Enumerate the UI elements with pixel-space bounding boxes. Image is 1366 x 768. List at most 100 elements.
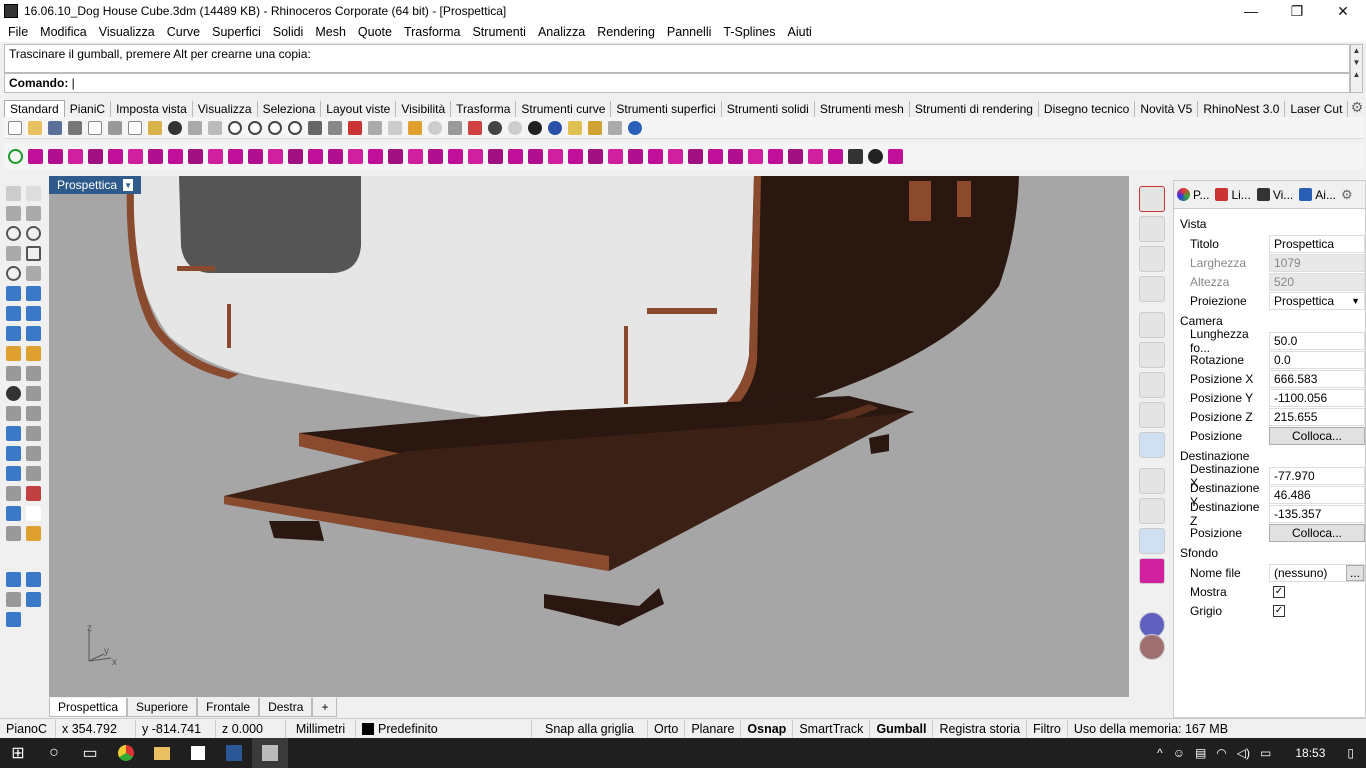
plugin-tool-icon-39[interactable] bbox=[788, 148, 803, 164]
plugin-tool-icon-24[interactable] bbox=[488, 148, 503, 164]
axis-gizmo-icon[interactable] bbox=[1139, 312, 1165, 338]
cube-view-2-icon[interactable] bbox=[1139, 372, 1165, 398]
word-icon[interactable] bbox=[216, 738, 252, 768]
prop-value-target-x[interactable]: -77.970 bbox=[1269, 466, 1365, 485]
tab-seleziona[interactable]: Seleziona bbox=[257, 101, 322, 117]
status-osnap[interactable]: Osnap bbox=[741, 719, 794, 738]
menu-aiuti[interactable]: Aiuti bbox=[782, 25, 818, 39]
action-center-icon[interactable]: ▯ bbox=[1347, 746, 1354, 760]
prop-value-titolo[interactable]: Prospettica bbox=[1269, 234, 1365, 253]
plugin-tool-icon-8[interactable] bbox=[168, 148, 183, 164]
tab-strumenti-mesh[interactable]: Strumenti mesh bbox=[814, 101, 910, 117]
menu-superfici[interactable]: Superfici bbox=[206, 25, 267, 39]
plugin-tool-icon-30[interactable] bbox=[608, 148, 623, 164]
plugin-tool-icon-13[interactable] bbox=[268, 148, 283, 164]
globe-icon[interactable] bbox=[1139, 246, 1165, 272]
plugin-tool-icon-42[interactable] bbox=[868, 148, 883, 164]
select-arrow-icon[interactable] bbox=[6, 186, 21, 201]
menu-pannelli[interactable]: Pannelli bbox=[661, 25, 717, 39]
move-icon[interactable] bbox=[6, 446, 21, 461]
check-icon[interactable] bbox=[26, 506, 41, 521]
block-icon[interactable] bbox=[6, 572, 21, 587]
lock-icon[interactable] bbox=[448, 120, 462, 135]
plugin-tool-icon-36[interactable] bbox=[728, 148, 743, 164]
cube-view-4-icon[interactable] bbox=[1139, 432, 1165, 458]
panel-gear-icon[interactable]: ⚙ bbox=[1341, 187, 1353, 203]
plugin-tool-icon-20[interactable] bbox=[408, 148, 423, 164]
cut-icon[interactable] bbox=[108, 120, 122, 135]
plugin-tool-icon-16[interactable] bbox=[328, 148, 343, 164]
viewport-perspective[interactable]: z y x Prospettica ▼ bbox=[49, 176, 1129, 697]
array-icon[interactable] bbox=[26, 466, 41, 481]
plugin-tool-icon-21[interactable] bbox=[428, 148, 443, 164]
circle-icon[interactable] bbox=[6, 226, 21, 241]
mesh-edit-icon[interactable] bbox=[26, 326, 41, 341]
plugin-tool-icon-23[interactable] bbox=[468, 148, 483, 164]
tray-folder-icon[interactable]: ▤ bbox=[1195, 746, 1206, 760]
cube-view-3-icon[interactable] bbox=[1139, 402, 1165, 428]
split-icon[interactable] bbox=[26, 406, 41, 421]
snapshot-icon[interactable] bbox=[6, 592, 21, 607]
add-view-icon[interactable]: + bbox=[312, 698, 338, 717]
plugin-tool-icon-9[interactable] bbox=[188, 148, 203, 164]
plugin-tool-icon-22[interactable] bbox=[448, 148, 463, 164]
view-tab-frontale[interactable]: Frontale bbox=[197, 698, 260, 717]
plugin-tool-icon-37[interactable] bbox=[748, 148, 763, 164]
panel-tab-help[interactable]: Ai... bbox=[1296, 186, 1339, 204]
plugin-tool-icon-7[interactable] bbox=[148, 148, 163, 164]
pan-icon[interactable] bbox=[188, 120, 202, 135]
windows-start-icon[interactable]: ⊞ bbox=[0, 738, 36, 768]
plugin-tool-icon-10[interactable] bbox=[208, 148, 223, 164]
ellipse-icon[interactable] bbox=[26, 226, 41, 241]
plugin-tool-icon-2[interactable] bbox=[48, 148, 63, 164]
menu-modifica[interactable]: Modifica bbox=[34, 25, 93, 39]
file-explorer-icon[interactable] bbox=[144, 738, 180, 768]
boolean-icon[interactable] bbox=[6, 386, 21, 401]
scale-icon[interactable] bbox=[26, 446, 41, 461]
prop-value-cam-y[interactable]: -1100.056 bbox=[1269, 388, 1365, 407]
help-icon[interactable] bbox=[628, 120, 642, 135]
solid-box-icon[interactable] bbox=[6, 466, 21, 481]
prop-value-target-y[interactable]: 46.486 bbox=[1269, 485, 1365, 504]
plugin-tool-icon-12[interactable] bbox=[248, 148, 263, 164]
status-planar[interactable]: Planare bbox=[685, 719, 742, 738]
plugin-tool-icon-34[interactable] bbox=[688, 148, 703, 164]
fillet-curve-icon[interactable] bbox=[26, 266, 41, 281]
menu-solidi[interactable]: Solidi bbox=[267, 25, 310, 39]
plugin-tool-icon-3[interactable] bbox=[68, 148, 83, 164]
menu-curve[interactable]: Curve bbox=[161, 25, 206, 39]
tab-laser-cut[interactable]: Laser Cut bbox=[1285, 101, 1349, 117]
tray-chevron-icon[interactable]: ^ bbox=[1157, 746, 1163, 760]
status-plane[interactable]: PianoC bbox=[0, 719, 56, 738]
plugin-tool-icon-40[interactable] bbox=[808, 148, 823, 164]
menu-visualizza[interactable]: Visualizza bbox=[93, 25, 161, 39]
status-grid-snap[interactable]: Snap alla griglia bbox=[532, 719, 648, 738]
arc-icon[interactable] bbox=[6, 266, 21, 281]
store-icon[interactable] bbox=[180, 738, 216, 768]
rotate-view-icon[interactable] bbox=[208, 120, 222, 135]
plugin-tool-icon-26[interactable] bbox=[528, 148, 543, 164]
tab-visibilita[interactable]: Visibilità bbox=[396, 101, 452, 117]
curve-icon[interactable] bbox=[26, 206, 41, 221]
notification-icon[interactable]: ▭ bbox=[1260, 746, 1271, 760]
info-icon[interactable] bbox=[1139, 186, 1165, 212]
grid-array-icon[interactable] bbox=[6, 486, 21, 501]
new-file-icon[interactable] bbox=[8, 120, 22, 135]
light-tools-icon[interactable] bbox=[26, 346, 41, 361]
tab-strumenti-solidi[interactable]: Strumenti solidi bbox=[721, 101, 815, 117]
projection-select[interactable]: Prospettica ▼ bbox=[1269, 291, 1365, 310]
plugin-tool-icon-11[interactable] bbox=[228, 148, 243, 164]
polyline-icon[interactable] bbox=[6, 206, 21, 221]
analyze-icon[interactable] bbox=[6, 506, 21, 521]
power-icon[interactable] bbox=[8, 148, 23, 164]
plugin-tool-icon-4[interactable] bbox=[88, 148, 103, 164]
menu-quote[interactable]: Quote bbox=[352, 25, 398, 39]
viewport-tools-icon[interactable] bbox=[26, 592, 41, 607]
cube-view-1-icon[interactable] bbox=[1139, 342, 1165, 368]
tab-visualizza[interactable]: Visualizza bbox=[192, 101, 258, 117]
transform-icon[interactable] bbox=[26, 386, 41, 401]
options-icon[interactable] bbox=[608, 120, 622, 135]
plugin-tool-icon-33[interactable] bbox=[668, 148, 683, 164]
search-icon[interactable]: ○ bbox=[36, 738, 72, 768]
select-icon[interactable] bbox=[408, 120, 422, 135]
